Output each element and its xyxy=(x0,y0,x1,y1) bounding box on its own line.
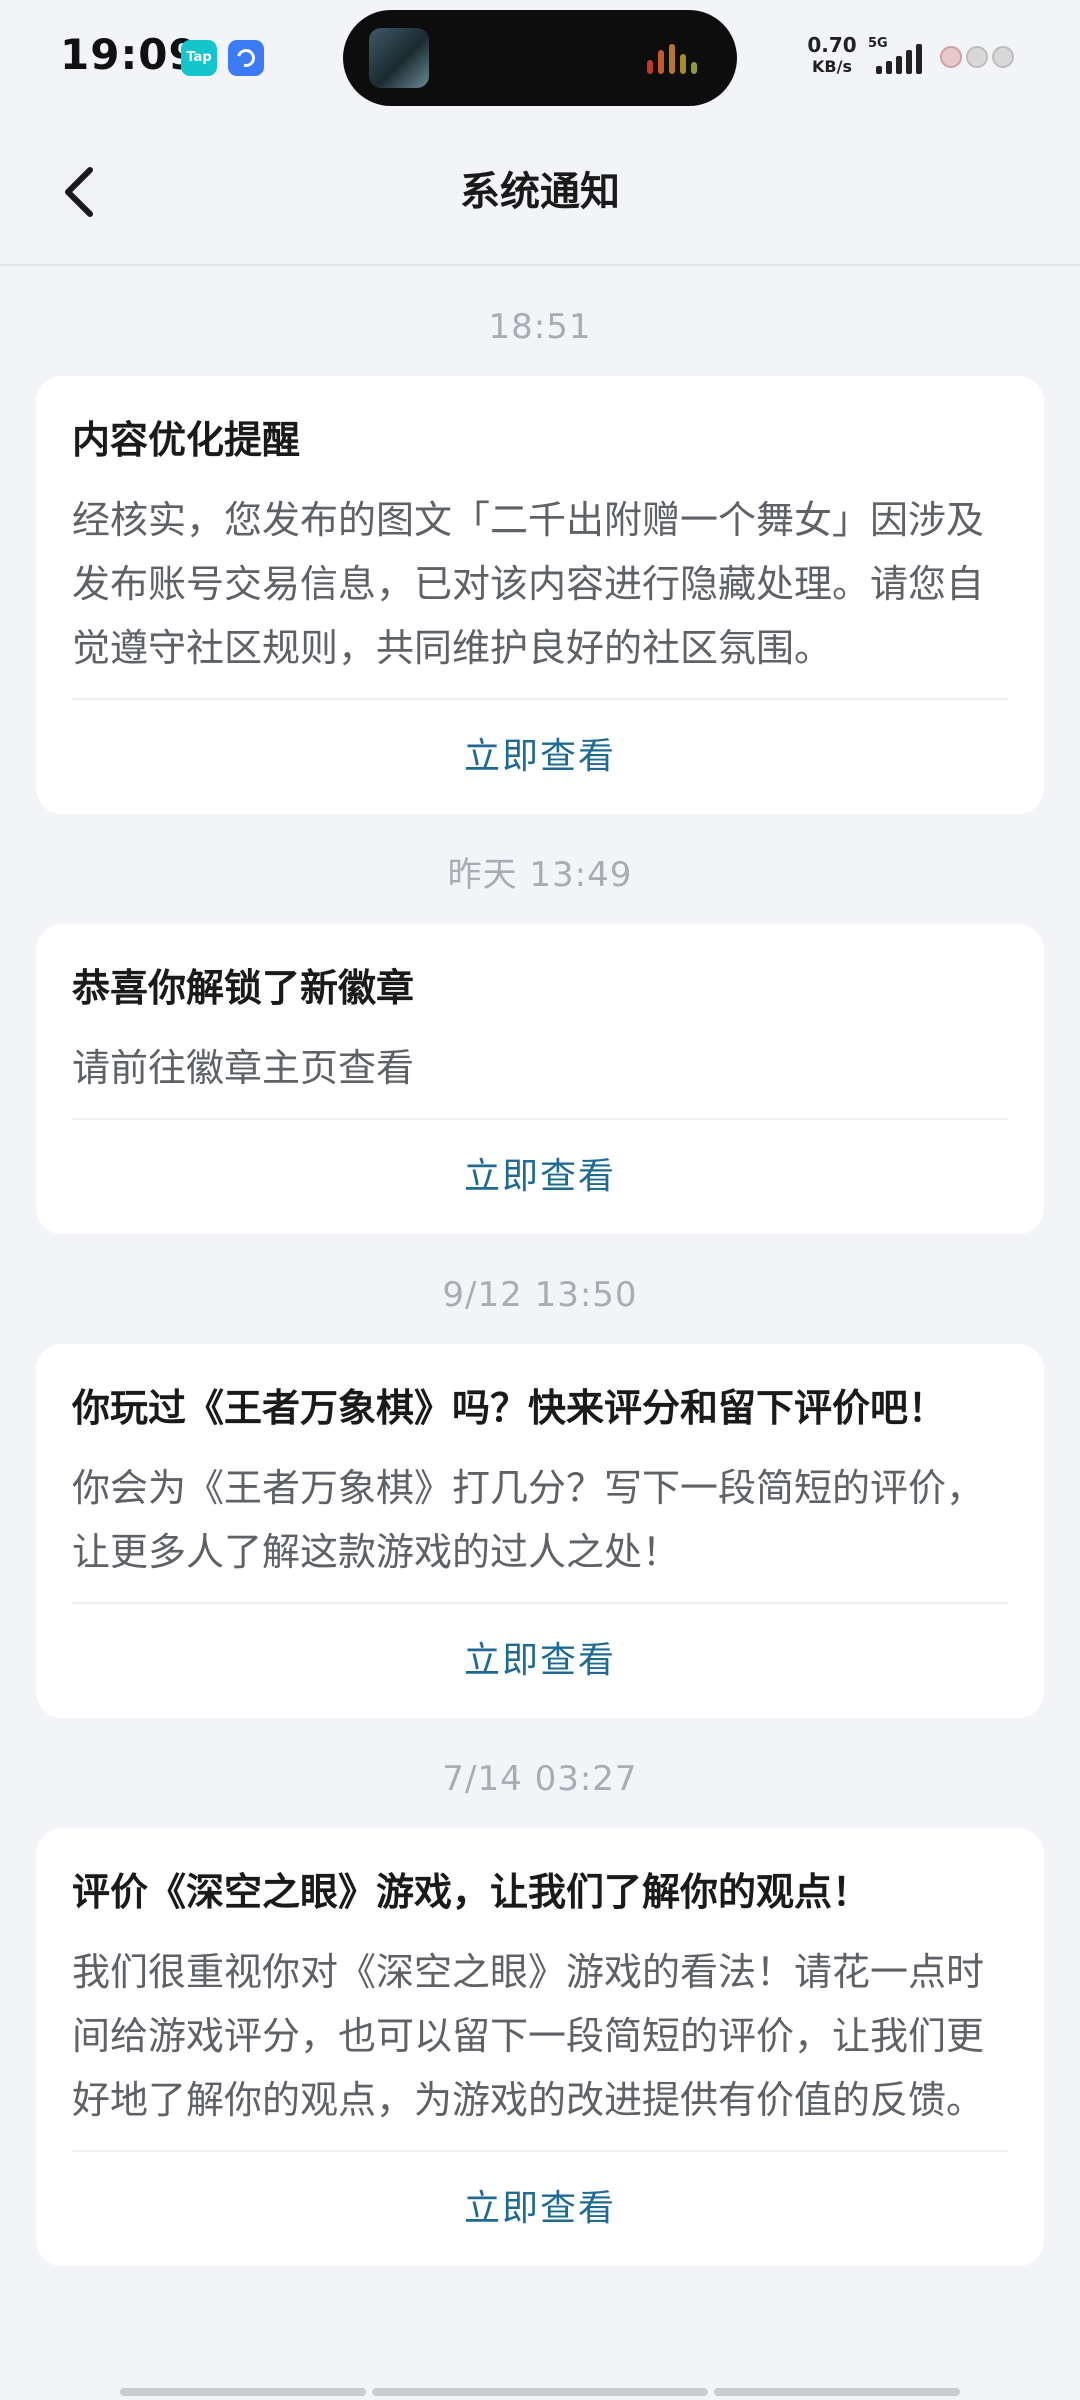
signal-bars-icon: 5G xyxy=(866,36,930,76)
view-now-button[interactable]: 立即查看 xyxy=(72,1120,1008,1234)
notification-timestamp: 昨天 13:49 xyxy=(447,855,633,895)
notification-title: 内容优化提醒 xyxy=(72,418,301,462)
view-now-button[interactable]: 立即查看 xyxy=(72,1604,1008,1718)
notification-body: 请前往徽章主页查看 xyxy=(72,1046,415,1090)
notification-card[interactable]: 内容优化提醒 经核实，您发布的图文「二千出附赠一个舞女」因涉及发布账号交易信息，… xyxy=(36,376,1044,814)
network-speed: 0.70 KB/s xyxy=(806,34,858,78)
notification-title: 恭喜你解锁了新徽章 xyxy=(72,966,415,1010)
notification-title: 你玩过《王者万象棋》吗？快来评分和留下评价吧！ xyxy=(72,1386,947,1430)
notification-body: 你会为《王者万象棋》打几分？写下一段简短的评价，让更多人了解这款游戏的过人之处！ xyxy=(72,1466,985,1574)
notification-title: 评价《深空之眼》游戏，让我们了解你的观点！ xyxy=(72,1870,871,1914)
view-now-button[interactable]: 立即查看 xyxy=(72,700,1008,814)
browser-app-icon xyxy=(228,40,264,76)
notification-card[interactable]: 恭喜你解锁了新徽章 请前往徽章主页查看 立即查看 xyxy=(36,924,1044,1234)
status-time: 19:09 xyxy=(60,30,199,79)
notification-body: 经核实，您发布的图文「二千出附赠一个舞女」因涉及发布账号交易信息，已对该内容进行… xyxy=(72,498,985,670)
taptap-app-icon: Tap xyxy=(181,40,217,76)
now-playing-artwork-icon xyxy=(369,28,429,88)
notification-card[interactable]: 评价《深空之眼》游戏，让我们了解你的观点！ 我们很重视你对《深空之眼》游戏的看法… xyxy=(36,1828,1044,2266)
notification-timestamp: 7/14 03:27 xyxy=(442,1759,638,1799)
notification-timestamp: 18:51 xyxy=(488,307,592,347)
notification-card[interactable]: 你玩过《王者万象棋》吗？快来评分和留下评价吧！ 你会为《王者万象棋》打几分？写下… xyxy=(36,1344,1044,1718)
status-bar: 19:09 Tap 0.70 KB/s 5G xyxy=(0,0,1080,120)
battery-icon xyxy=(940,44,1020,72)
notification-list[interactable]: 18:51 内容优化提醒 经核实，您发布的图文「二千出附赠一个舞女」因涉及发布账… xyxy=(0,266,1080,2266)
dynamic-island[interactable] xyxy=(343,10,737,106)
chevron-left-icon xyxy=(65,167,93,217)
back-button[interactable] xyxy=(48,156,120,228)
network-speed-value: 0.70 xyxy=(807,33,857,57)
network-speed-unit: KB/s xyxy=(812,57,852,76)
notification-body: 我们很重视你对《深空之眼》游戏的看法！请花一点时间给游戏评分，也可以留下一段简短… xyxy=(72,1950,985,2122)
header: 系统通知 xyxy=(0,120,1080,266)
home-indicator[interactable] xyxy=(120,2388,960,2396)
view-now-button[interactable]: 立即查看 xyxy=(72,2152,1008,2266)
audio-wave-icon xyxy=(647,44,707,74)
network-type: 5G xyxy=(868,36,888,51)
notification-timestamp: 9/12 13:50 xyxy=(442,1275,638,1315)
page-title: 系统通知 xyxy=(460,169,620,215)
